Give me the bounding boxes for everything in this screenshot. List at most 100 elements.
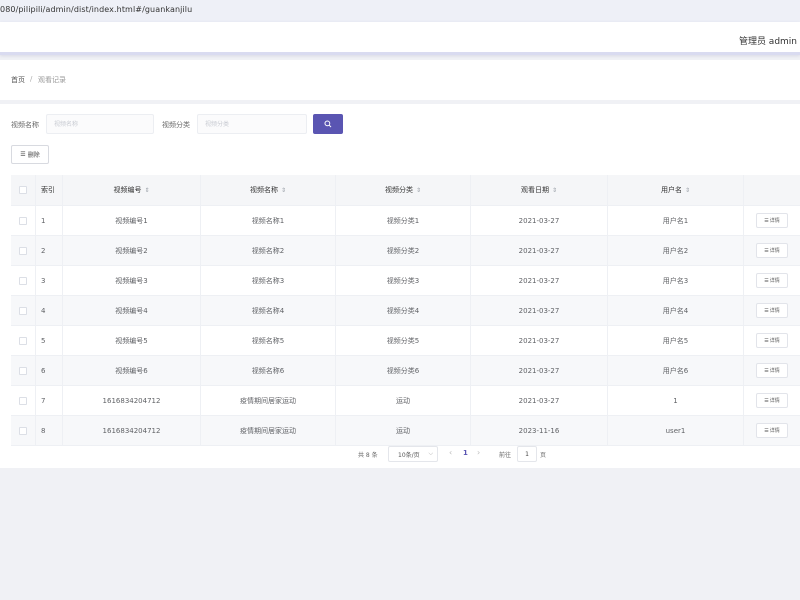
- cell-index: 8: [36, 416, 63, 445]
- row-checkbox[interactable]: [19, 276, 27, 285]
- table-row[interactable]: 3 视频编号3 视频名称3 视频分类3 2021-03-27 用户名3 ☰ 详情: [11, 266, 800, 296]
- row-checkbox[interactable]: [19, 396, 27, 405]
- row-checkbox[interactable]: [19, 366, 27, 375]
- detail-button[interactable]: ☰ 详情: [756, 333, 788, 348]
- cell-video-no: 视频编号1: [63, 206, 201, 235]
- cell-index: 5: [36, 326, 63, 355]
- video-category-input[interactable]: [197, 114, 307, 134]
- page-size-select[interactable]: 10条/页 ⌵: [388, 446, 438, 462]
- cell-watch-date: 2021-03-27: [471, 326, 608, 355]
- cell-video-category: 视频分类6: [336, 356, 471, 385]
- detail-button[interactable]: ☰ 详情: [756, 363, 788, 378]
- column-header-label: 索引: [41, 186, 55, 194]
- user-menu[interactable]: 管理员 admin: [739, 34, 797, 47]
- table-row[interactable]: 4 视频编号4 视频名称4 视频分类4 2021-03-27 用户名4 ☰ 详情: [11, 296, 800, 326]
- row-checkbox-cell: [11, 356, 36, 385]
- browser-address-bar[interactable]: 080/pilipili/admin/dist/index.html#/guan…: [0, 0, 800, 22]
- goto-page-input[interactable]: [517, 446, 537, 462]
- list-icon: ☰: [764, 307, 769, 314]
- cell-watch-date: 2023-11-16: [471, 416, 608, 445]
- cell-index: 6: [36, 356, 63, 385]
- total-count: 共 8 条: [358, 452, 378, 459]
- table-row[interactable]: 6 视频编号6 视频名称6 视频分类6 2021-03-27 用户名6 ☰ 详情: [11, 356, 800, 386]
- table-row[interactable]: 8 1616834204712 疫情期间居家运动 运动 2023-11-16 user1 ☰…: [11, 416, 800, 446]
- detail-button[interactable]: ☰ 详情: [756, 243, 788, 258]
- list-icon: ☰: [20, 151, 26, 158]
- cell-index: 1: [36, 206, 63, 235]
- cell-video-no: 1616834204712: [63, 416, 201, 445]
- column-header-label: 视频分类: [384, 186, 413, 194]
- cell-video-category: 视频分类4: [336, 296, 471, 325]
- list-icon: ☰: [764, 397, 769, 404]
- cell-index: 4: [36, 296, 63, 325]
- detail-button[interactable]: ☰ 详情: [756, 213, 788, 228]
- table-row[interactable]: 5 视频编号5 视频名称5 视频分类5 2021-03-27 用户名5 ☰ 详情: [11, 326, 800, 356]
- delete-button[interactable]: ☰ 删除: [11, 145, 49, 164]
- row-checkbox[interactable]: [19, 336, 27, 345]
- cell-index: 7: [36, 386, 63, 415]
- sort-icon[interactable]: ⇕: [685, 187, 690, 194]
- cell-video-no: 视频编号4: [63, 296, 201, 325]
- detail-button[interactable]: ☰ 详情: [756, 303, 788, 318]
- address-url[interactable]: 080/pilipili/admin/dist/index.html#/guan…: [0, 5, 192, 14]
- table-row[interactable]: 7 1616834204712 疫情期间居家运动 运动 2021-03-27 1 ☰ 详情: [11, 386, 800, 416]
- cell-video-name: 视频名称6: [201, 356, 336, 385]
- cell-video-name: 疫情期间居家运动: [201, 416, 336, 445]
- sort-icon[interactable]: ⇕: [281, 187, 286, 194]
- cell-username: 用户名5: [608, 326, 744, 355]
- row-checkbox[interactable]: [19, 216, 27, 225]
- breadcrumb: 首页 / 观看记录: [0, 60, 800, 100]
- breadcrumb-home[interactable]: 首页: [11, 75, 25, 85]
- prev-page-icon[interactable]: ‹: [449, 448, 452, 457]
- content-panel: 视频名称 视频分类 ☰ 删除 索引视频编号⇕视频名称⇕视频分类⇕观看日期⇕用户名…: [0, 104, 800, 468]
- column-header-label: 用户名: [660, 186, 682, 194]
- page-size-value: 10条/页: [398, 451, 420, 459]
- cell-watch-date: 2021-03-27: [471, 386, 608, 415]
- column-header-username[interactable]: 用户名 ⇕: [608, 175, 744, 205]
- sort-icon[interactable]: ⇕: [552, 187, 557, 194]
- current-page-number[interactable]: 1: [463, 449, 468, 457]
- top-header: 管理员 admin: [0, 22, 800, 55]
- column-header-label: 观看日期: [520, 186, 549, 194]
- delete-label: 删除: [27, 152, 40, 159]
- select-all-checkbox[interactable]: [19, 186, 27, 194]
- row-checkbox[interactable]: [19, 306, 27, 315]
- cell-username: 用户名4: [608, 296, 744, 325]
- cell-video-name: 视频名称1: [201, 206, 336, 235]
- column-header-video-no[interactable]: 视频编号 ⇕: [63, 175, 201, 205]
- row-checkbox-cell: [11, 326, 36, 355]
- cell-video-name: 视频名称2: [201, 236, 336, 265]
- table-row[interactable]: 1 视频编号1 视频名称1 视频分类1 2021-03-27 用户名1 ☰ 详情: [11, 206, 800, 236]
- chevron-down-icon: ⌵: [428, 450, 433, 457]
- cell-watch-date: 2021-03-27: [471, 296, 608, 325]
- column-header-label: 视频名称: [249, 186, 278, 194]
- detail-label: 详情: [769, 218, 780, 224]
- detail-button[interactable]: ☰ 详情: [756, 423, 788, 438]
- cell-video-no: 1616834204712: [63, 386, 201, 415]
- cell-video-no: 视频编号2: [63, 236, 201, 265]
- sort-icon[interactable]: ⇕: [144, 187, 149, 194]
- column-header-video-name[interactable]: 视频名称 ⇕: [201, 175, 336, 205]
- video-name-input[interactable]: [46, 114, 154, 134]
- cell-username: user1: [608, 416, 744, 445]
- next-page-icon[interactable]: ›: [477, 448, 480, 457]
- cell-username: 用户名2: [608, 236, 744, 265]
- cell-video-category: 运动: [336, 416, 471, 445]
- cell-username: 用户名3: [608, 266, 744, 295]
- table-row[interactable]: 2 视频编号2 视频名称2 视频分类2 2021-03-27 用户名2 ☰ 详情: [11, 236, 800, 266]
- detail-label: 详情: [769, 278, 780, 284]
- row-checkbox[interactable]: [19, 246, 27, 255]
- column-header-watch-date[interactable]: 观看日期 ⇕: [471, 175, 608, 205]
- column-header-video-category[interactable]: 视频分类 ⇕: [336, 175, 471, 205]
- sort-icon[interactable]: ⇕: [416, 187, 421, 194]
- cell-video-name: 视频名称4: [201, 296, 336, 325]
- row-checkbox[interactable]: [19, 426, 27, 435]
- row-action-cell: ☰ 详情: [744, 416, 800, 445]
- cell-video-category: 视频分类2: [336, 236, 471, 265]
- row-action-cell: ☰ 详情: [744, 236, 800, 265]
- detail-button[interactable]: ☰ 详情: [756, 273, 788, 288]
- search-button[interactable]: [313, 114, 343, 134]
- cell-video-category: 视频分类1: [336, 206, 471, 235]
- detail-button[interactable]: ☰ 详情: [756, 393, 788, 408]
- cell-username: 1: [608, 386, 744, 415]
